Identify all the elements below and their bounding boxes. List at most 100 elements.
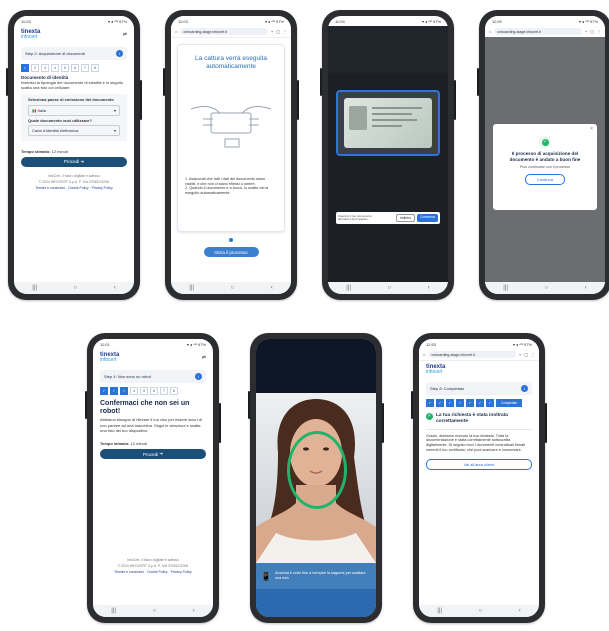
proceed-button[interactable]: Procedi ➔ bbox=[21, 156, 127, 167]
instruction-2: 2. Quando il documento è a fuoco, lo sca… bbox=[185, 186, 268, 196]
phone-capture-instructions: 11:03 ▾ ◂ ⁴ᴳ 97% ⌂ onboarding-stage.infoce… bbox=[163, 10, 299, 300]
back-icon[interactable]: ‹ bbox=[114, 285, 116, 291]
android-nav-bar: ||| ○ ‹ bbox=[14, 282, 134, 294]
status-bar: 11:03 ▾ ◂ ⁴ᴳ 97% bbox=[14, 16, 134, 26]
language-icon[interactable]: ⇌ bbox=[202, 355, 206, 361]
step-indicator: Step 2: Acquisizione di documenti i bbox=[21, 47, 127, 60]
scan-frame bbox=[336, 90, 440, 156]
info-icon[interactable]: i bbox=[521, 385, 528, 392]
phone-document-selection: 11:03 ▾ ◂ ⁴ᴳ 97% tinexta infocert ⇌ Step … bbox=[6, 10, 142, 300]
robot-body: Abbiamo bisogno di rilevare il tuo viso … bbox=[100, 417, 202, 433]
brand-sub: infocert bbox=[21, 34, 38, 40]
recents-icon[interactable]: ||| bbox=[32, 285, 37, 291]
step-box: 6 bbox=[71, 64, 79, 72]
browser-url-bar: ⌂ onboarding-stage.infocert.it + ▢ ⋮ bbox=[419, 349, 539, 361]
tabs-icon[interactable]: ▢ bbox=[276, 29, 280, 34]
hands-document-illustration bbox=[190, 105, 272, 148]
language-icon[interactable]: ⇌ bbox=[123, 32, 127, 38]
status-icons: ▾ ◂ ⁴ᴳ 97% bbox=[107, 18, 127, 24]
robot-heading: Confermaci che non sei un robot! bbox=[100, 400, 190, 415]
chevron-down-icon: ▾ bbox=[113, 107, 116, 113]
country-label: Seleziona paese di emissione del documen… bbox=[28, 97, 114, 103]
step-box: 2 bbox=[31, 64, 39, 72]
completed-body: Grazie, abbiamo ricevuto la tua richiest… bbox=[426, 433, 526, 453]
screen: 11:05 ▾ ◂ ⁴ᴳ 97% ⌂ onboarding-stage.infoce… bbox=[485, 16, 605, 294]
step-label: Step 2: Acquisizione di documenti bbox=[25, 51, 85, 56]
home-icon[interactable]: ○ bbox=[74, 285, 78, 291]
confirm-panel: Inserisci il tuo documento all'interno d… bbox=[336, 212, 440, 224]
success-check-icon: ✓ bbox=[426, 413, 433, 420]
info-icon[interactable]: i bbox=[116, 50, 123, 57]
phone-face-capture: 📱 Avvicina il volto fino a riempire la s… bbox=[248, 333, 384, 623]
status-bar: 11:05 ▾ ◂ ⁴ᴳ 97% bbox=[485, 16, 605, 26]
document-select[interactable]: Carta d'identità elettronica ▾ bbox=[28, 124, 120, 136]
android-nav-bar: ||| ○ ‹ bbox=[485, 282, 605, 294]
step-box: 3 bbox=[41, 64, 49, 72]
start-process-button[interactable]: Inizia il processo bbox=[203, 247, 259, 257]
continue-button[interactable]: Continua bbox=[525, 174, 565, 186]
success-icon: ✓ bbox=[539, 136, 551, 148]
face-instruction-banner: 📱 Avvicina il volto fino a riempire la s… bbox=[256, 563, 376, 589]
success-modal: × ✓ Il processo di acquisizione del docu… bbox=[493, 124, 597, 210]
id-card-image bbox=[344, 98, 432, 148]
phone-document-scan: 11:04 ▾ ◂ ⁴ᴳ 97% Inserisci il tuo documen… bbox=[320, 10, 456, 300]
step-box: 4 bbox=[51, 64, 59, 72]
confirm-button[interactable]: Conferma bbox=[417, 214, 438, 222]
step-box: 8 bbox=[91, 64, 99, 72]
info-icon[interactable]: i bbox=[195, 373, 202, 380]
phone-face-icon: 📱 bbox=[261, 571, 271, 581]
progress-steps: ✓ ✓ ✓ 4 5 6 7 8 bbox=[100, 387, 206, 395]
status-bar: 11:04 ▾ ◂ ⁴ᴳ 97% bbox=[328, 16, 448, 26]
step-box: 5 bbox=[61, 64, 69, 72]
status-time: 11:03 bbox=[21, 18, 31, 24]
url-field[interactable]: onboarding-stage.infocert.it bbox=[180, 28, 268, 35]
customer-area-button[interactable]: Vai all'area clienti bbox=[426, 459, 532, 471]
scan-hint: Inserisci il tuo documento all'interno d… bbox=[338, 214, 372, 221]
chevron-down-icon: ▾ bbox=[113, 127, 116, 133]
id-photo bbox=[349, 106, 367, 131]
capture-title: La cattura verrà eseguita automaticament… bbox=[195, 55, 267, 70]
step-indicator: Step 8: Completato i bbox=[426, 382, 532, 395]
screen: 11:03 ▾ ◂ ⁴ᴳ 97% ⌂ onboarding-stage.infoce… bbox=[171, 16, 291, 294]
cookie-link[interactable]: Cookie Policy bbox=[68, 186, 89, 190]
brand-logo: tinexta infocert bbox=[14, 26, 47, 43]
status-bar: 11:03 ▾ ◂ ⁴ᴳ 97% bbox=[171, 16, 291, 26]
android-nav-bar: ||| ○ ‹ bbox=[419, 605, 539, 617]
close-icon[interactable]: × bbox=[590, 126, 593, 132]
browser-url-bar: ⌂ onboarding-stage.infocert.it + ▢ ⋮ bbox=[171, 26, 291, 38]
section-text: Inserisci la tipologia del documento di … bbox=[21, 80, 124, 91]
phone-not-a-robot: 11:01 ▾ ◂ ⁴ᴳ 97% tinexta infocert ⇌ Step … bbox=[85, 333, 221, 623]
top-dark-band bbox=[256, 339, 376, 393]
doc-label: Quale documento vuoi utilizzare? bbox=[28, 117, 92, 123]
brand-logo: tinexta infocert bbox=[100, 352, 120, 363]
back-button[interactable]: Indietro bbox=[395, 214, 416, 222]
home-icon[interactable]: ⌂ bbox=[175, 29, 177, 34]
screen: 12:53 ▾ ◂ ⁴ᴳ 97% ⌂ onboarding-stage.infoce… bbox=[419, 339, 539, 617]
phone-completed: 12:53 ▾ ◂ ⁴ᴳ 97% ⌂ onboarding-stage.infoce… bbox=[411, 333, 547, 623]
country-select[interactable]: ▮▮ Italia ▾ bbox=[28, 104, 120, 116]
screen: 📱 Avvicina il volto fino a riempire la s… bbox=[256, 339, 376, 617]
success-message: Il processo di acquisizione del document… bbox=[509, 151, 581, 162]
face-outline-guide bbox=[287, 431, 347, 509]
instruction-1: 1. Assicurati che tutti i dati del docum… bbox=[185, 176, 265, 186]
progress-steps: ✓ ✓ ✓ ✓ ✓ ✓ ✓ Completato bbox=[426, 399, 532, 407]
success-sub: Puoi continuare con il processo bbox=[520, 165, 570, 170]
status-bar: 12:53 ▾ ◂ ⁴ᴳ 97% bbox=[419, 339, 539, 349]
time-label: Tempo stimato: bbox=[21, 148, 51, 154]
proceed-button[interactable]: Procedi ➔ bbox=[100, 449, 206, 460]
phone-acquisition-success: 11:05 ▾ ◂ ⁴ᴳ 97% ⌂ onboarding-stage.infoce… bbox=[477, 10, 609, 300]
face-caption: Avvicina il volto fino a riempire la sag… bbox=[274, 571, 366, 580]
screen: 11:04 ▾ ◂ ⁴ᴳ 97% Inserisci il tuo documen… bbox=[328, 16, 448, 294]
screen: 11:01 ▾ ◂ ⁴ᴳ 97% tinexta infocert ⇌ Step … bbox=[93, 339, 213, 617]
time-value: 12 minuti bbox=[51, 148, 68, 154]
plus-icon[interactable]: + bbox=[271, 29, 273, 34]
menu-icon[interactable]: ⋮ bbox=[283, 29, 287, 34]
android-nav-bar: ||| ○ ‹ bbox=[93, 605, 213, 617]
step-box: ✓ bbox=[21, 64, 29, 72]
terms-link[interactable]: Termini e condizioni bbox=[35, 186, 65, 190]
status-bar: 11:01 ▾ ◂ ⁴ᴳ 97% bbox=[93, 339, 213, 349]
privacy-link[interactable]: Privacy Policy bbox=[92, 186, 113, 190]
step-box: 7 bbox=[81, 64, 89, 72]
carousel-dot bbox=[229, 238, 233, 242]
progress-steps: ✓ 2 3 4 5 6 7 8 bbox=[21, 64, 127, 72]
